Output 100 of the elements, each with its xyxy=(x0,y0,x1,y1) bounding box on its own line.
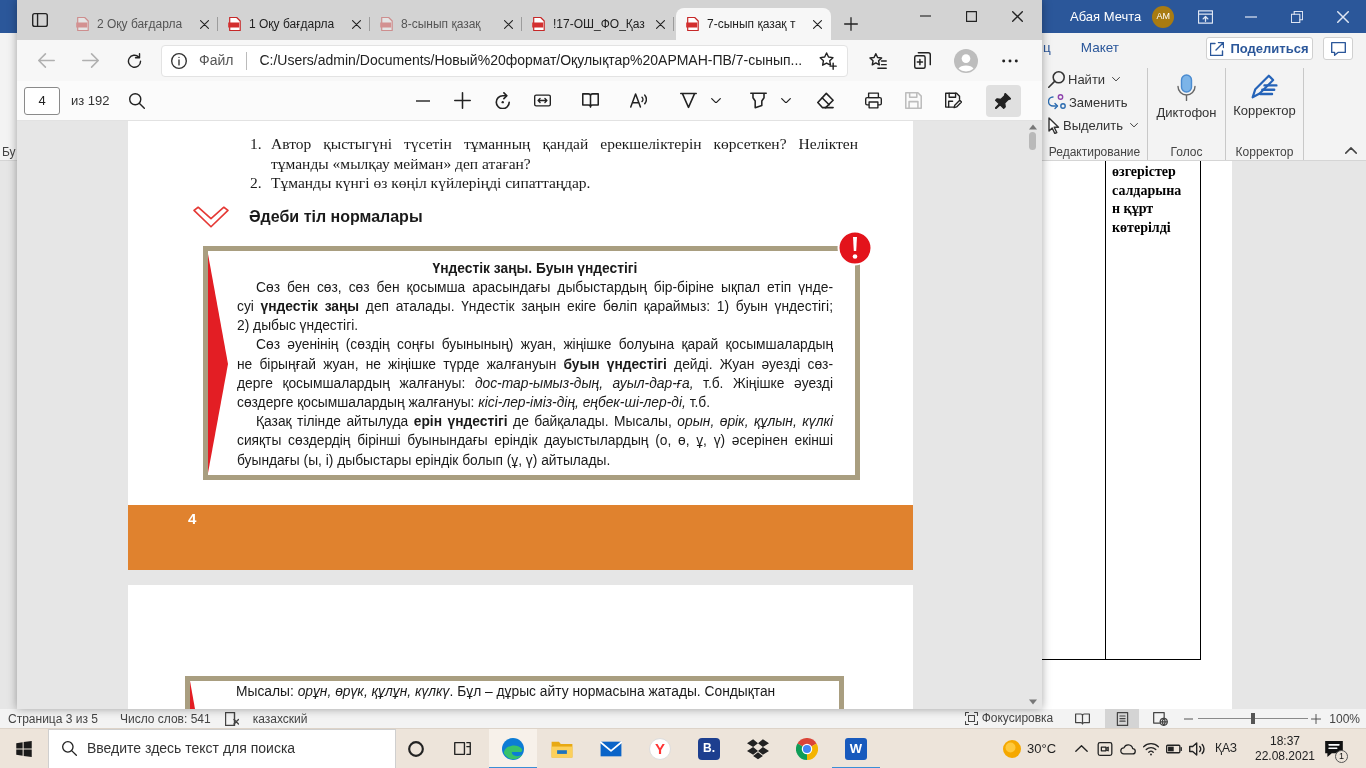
notifications-button[interactable]: 1 xyxy=(1320,728,1348,768)
rule-title: Үндестік заңы. Буын үндестігі xyxy=(431,259,639,278)
chevron-up-icon xyxy=(1074,745,1088,752)
taskbar-app-button[interactable]: W xyxy=(832,728,880,768)
page-number-field[interactable]: 4 xyxy=(24,86,60,115)
share-button[interactable]: Поделиться xyxy=(1206,37,1313,60)
ribbon-group-label: Бу xyxy=(1,144,16,160)
print-layout-button[interactable] xyxy=(1105,709,1140,728)
rule-paragraph: Қазақ тілінде айтылуда ерін үндестігі де байқалады. Мысалы, орын, өрік, құлын, күлкі сияқты сөздердің бірінші буынындағы еріндік дауыстылардың (о, ө, ұ, ү) әсерінен екінші буындағы (ы, і) дыбыстары еріндік болып (ұ, ү) айтылады. xyxy=(237,413,833,470)
minimize-icon xyxy=(1245,15,1257,18)
open-book-icon xyxy=(582,92,600,109)
user-name: Абая Мечта xyxy=(1070,7,1142,26)
read-aloud-icon xyxy=(630,92,648,109)
ribbon-display-icon xyxy=(1197,9,1213,24)
search-icon xyxy=(128,92,145,109)
close-icon xyxy=(655,19,665,29)
app-logo: B. xyxy=(698,737,720,760)
side-triangle-icon xyxy=(190,681,196,709)
weather-button[interactable]: 30°C xyxy=(1001,728,1065,768)
scrollbar-thumb[interactable] xyxy=(1029,132,1036,150)
refresh-icon xyxy=(125,53,143,68)
caret-up-icon xyxy=(1345,146,1357,154)
question-text: Тұманды күнгі өз көңіл күйлеріңді сипаттаңдар. xyxy=(271,173,592,193)
word-count: Число слов: 541 xyxy=(119,710,211,728)
notification-icon xyxy=(1325,740,1343,757)
scroll-down-icon xyxy=(1028,699,1037,705)
close-icon xyxy=(1337,10,1349,23)
address-bar[interactable]: Файл C:/Users/admin/Documents/Новый%20формат/Оқулықтар%20АРМАН-ПВ/7-сынып... xyxy=(161,44,848,77)
clock-time: 18:37 xyxy=(1270,733,1300,749)
sun-icon xyxy=(1003,739,1021,758)
eraser-icon xyxy=(817,92,835,109)
close-icon xyxy=(199,19,209,29)
clock-button[interactable]: 18:37 22.08.2021 xyxy=(1252,728,1318,768)
comments-button[interactable] xyxy=(1323,37,1353,60)
site-info-label: Файл xyxy=(199,51,234,70)
find-button[interactable]: Найти xyxy=(1042,68,1125,91)
browser-tab[interactable]: 7-сынып қазақ т xyxy=(676,8,831,40)
floppy-pen-icon xyxy=(945,92,963,109)
caret-icon xyxy=(780,97,791,104)
star-list-icon xyxy=(869,52,887,69)
search-field[interactable]: Введите здесь текст для поиска xyxy=(87,738,387,759)
browser-tab[interactable]: 2 Оқу бағдарла xyxy=(66,8,218,40)
search-icon xyxy=(1048,71,1065,88)
restore-icon xyxy=(1291,10,1303,23)
user-avatar: АМ xyxy=(1152,5,1175,28)
search-box[interactable]: Введите здесь текст для поиска xyxy=(48,728,396,768)
table-cell: өзгерістер салдарына н құрт көтерілді xyxy=(1105,161,1201,660)
zoom-in-icon xyxy=(1311,713,1322,724)
minimize-icon xyxy=(919,15,931,17)
diamond-boxes-icon xyxy=(747,737,769,760)
select-button[interactable]: Выделить xyxy=(1042,114,1142,137)
browser-tab[interactable]: 1 Оқу бағдарла xyxy=(218,8,370,40)
segmented-circle-icon xyxy=(796,737,818,760)
swirl-logo-icon xyxy=(502,737,524,760)
rule-paragraph: Сөз әуенінің (сөздің соңғы буынының) жуан, жіңішке болуына қарай қосымшалардың не бірыңғай жуан, не жіңішке түрде жалғануын буын үндестігі дейді. Жуан әуезді сөз- дерге қосымшалардың жалғануы: дос-тар-ымыз-дың, ауыл-дар-ға, т.б. Жіңішке әуезді сөздерге қосымшалардың жалғануы: кісі-лер-іміз-дің, еңбек-ші-лер-ді, т.б. xyxy=(237,336,833,412)
ribbon-group-label: Корректор xyxy=(1234,144,1295,160)
zoom-slider-thumb[interactable] xyxy=(1251,713,1256,724)
task-view-icon xyxy=(453,742,471,755)
more-icon xyxy=(1002,58,1018,63)
url-text: C:/Users/admin/Documents/Новый%20формат/Оқулықтар%20АРМАН-ПВ/7-сынып... xyxy=(259,51,803,70)
pdf-file-icon xyxy=(532,17,545,31)
forward-arrow-icon xyxy=(81,53,99,68)
collapse-ribbon-button[interactable] xyxy=(1344,144,1358,156)
replace-button[interactable]: Заменить xyxy=(1042,91,1132,114)
tab-actions-icon xyxy=(32,13,48,27)
pen-icon xyxy=(1251,74,1278,99)
page-count: из 192 xyxy=(71,91,110,110)
caret-icon xyxy=(710,97,721,104)
chevron-down-icon xyxy=(193,205,229,228)
browser-tab[interactable]: 8-сынып қазақ xyxy=(370,8,522,40)
ribbon-tab[interactable]: Макет xyxy=(1080,33,1119,64)
dictate-button[interactable]: Диктофон xyxy=(1148,68,1225,134)
exclamation-icon xyxy=(837,229,873,266)
highlighter-icon xyxy=(749,92,767,109)
app-logo: Y xyxy=(649,737,671,760)
plus-icon xyxy=(844,17,858,31)
pdf-file-icon xyxy=(686,17,699,31)
language-indicator: казахский xyxy=(252,710,308,728)
replace-icon xyxy=(1048,94,1066,111)
info-icon xyxy=(171,52,187,69)
zoom-level: 100% xyxy=(1329,710,1360,728)
browser-tab[interactable]: !17-ОШ_ФО_Қаз xyxy=(522,8,674,40)
focus-mode-button[interactable]: Фокусировка xyxy=(964,709,1054,728)
pin-icon xyxy=(995,92,1012,109)
taskbar-app-button[interactable]: B. xyxy=(685,728,733,768)
star-plus-icon xyxy=(819,51,837,70)
printer-icon xyxy=(865,92,883,109)
rule-paragraph: Сөз бен сөз, сөз бен қосымша арасындағы дыбыстардың бір-біріне ықпал етіп үнде- суі үндестік заңы деп аталады. Үндестік заңын екіге бөліп қараймыз: 1) буын үндестігі; 2) дыбыс үндестігі. xyxy=(237,278,833,336)
pin-toolbar-button[interactable] xyxy=(985,84,1021,117)
editor-button[interactable]: Корректор xyxy=(1226,68,1303,134)
ribbon-tab[interactable]: ц xyxy=(1043,33,1051,64)
input-language-button[interactable]: ҚАЗ xyxy=(1210,728,1242,768)
caret-icon xyxy=(1130,123,1138,128)
back-arrow-icon xyxy=(37,53,55,68)
taskbar-app-button[interactable]: Y xyxy=(636,728,684,768)
proofing-icon xyxy=(224,711,239,726)
windows-logo-icon xyxy=(16,740,32,757)
word-title-bar xyxy=(0,0,17,33)
fit-width-icon xyxy=(534,92,552,109)
microphone-icon xyxy=(1177,74,1196,101)
